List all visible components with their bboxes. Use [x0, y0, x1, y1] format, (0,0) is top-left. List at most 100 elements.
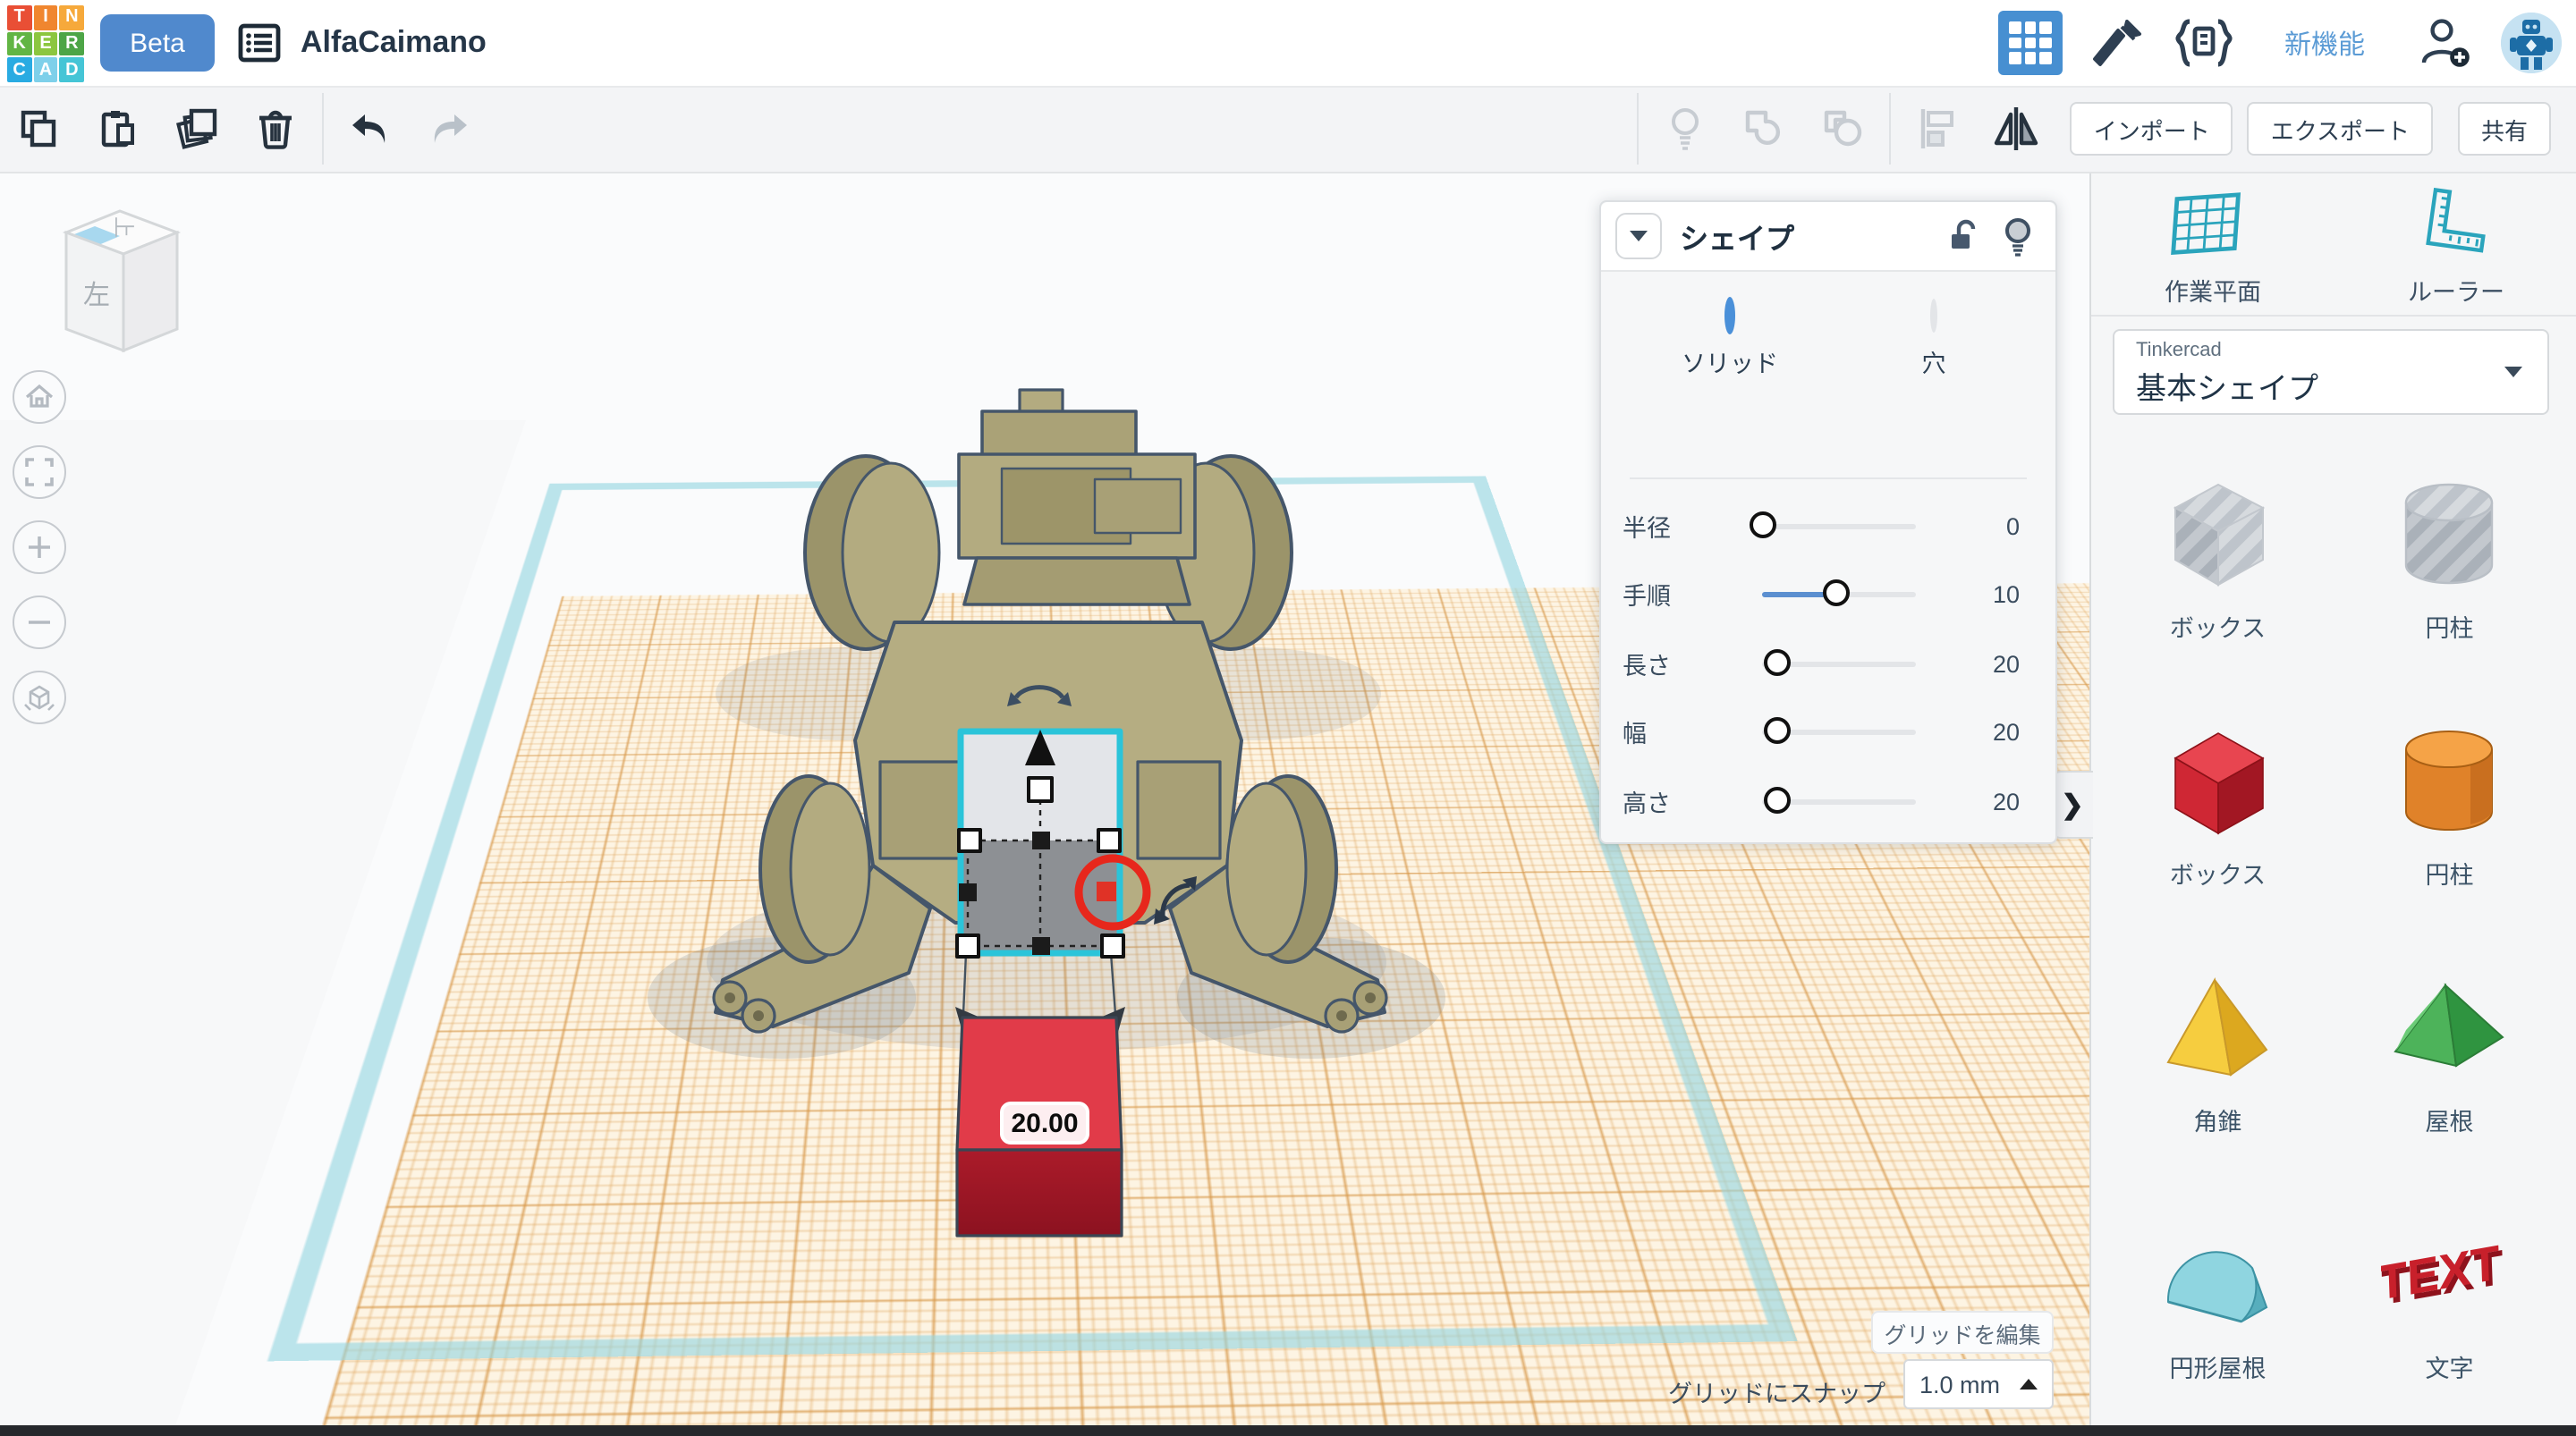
sidebar-divider — [2091, 315, 2576, 317]
beta-button[interactable]: Beta — [100, 14, 215, 72]
whats-new-link[interactable]: 新機能 — [2259, 24, 2390, 62]
shape-panel-title: シェイプ — [1680, 215, 1794, 258]
steps-slider[interactable] — [1762, 591, 1916, 596]
slider-label: 手順 — [1623, 576, 1737, 612]
dimension-field[interactable]: 20.00 — [1002, 1103, 1088, 1143]
lock-button[interactable] — [1937, 209, 1991, 263]
tinkercad-app: T I N K E R C A D Beta AlfaCaimano — [0, 0, 2576, 1436]
solid-option[interactable]: ソリッド — [1631, 302, 1828, 379]
codeblocks-button[interactable] — [2174, 11, 2234, 75]
shape-tile-text[interactable]: TEXTTEXT 文字 — [2334, 1173, 2565, 1420]
group-button[interactable] — [1725, 93, 1804, 165]
mirror-button[interactable] — [1978, 93, 2056, 165]
user-avatar[interactable] — [2501, 13, 2562, 73]
logo-tile: C — [7, 58, 31, 82]
ruler-label: ルーラー — [2349, 272, 2563, 308]
snap-grid-select[interactable]: 1.0 mm — [1903, 1359, 2054, 1409]
zoom-in-button[interactable] — [13, 520, 66, 574]
slider-knob[interactable] — [1750, 511, 1776, 538]
slider-label: 半径 — [1623, 508, 1737, 544]
panel-divider — [1630, 477, 2027, 479]
ruler-tool[interactable]: ルーラー — [2349, 186, 2563, 308]
logo-tile: A — [33, 58, 57, 82]
logo-tile: E — [33, 31, 57, 55]
shape-tile-cylinder-hole[interactable]: 円柱 — [2334, 433, 2565, 680]
plus-icon — [23, 531, 55, 563]
shape-tile-pyramid[interactable]: 角錐 — [2102, 926, 2334, 1173]
workplane-tool[interactable]: 作業平面 — [2106, 186, 2320, 308]
shape-label: 円柱 — [2334, 855, 2565, 891]
pickaxe-icon — [2091, 16, 2145, 70]
slider-knob[interactable] — [1763, 787, 1790, 814]
slider-knob[interactable] — [1763, 717, 1790, 744]
export-button[interactable]: エクスポート — [2248, 102, 2433, 156]
length-slider[interactable] — [1762, 661, 1916, 666]
roof-icon — [2334, 962, 2565, 1098]
edit-grid-button[interactable]: グリッドを編集 — [1871, 1311, 2054, 1354]
duplicate-button[interactable] — [157, 93, 236, 165]
ruler-icon — [2349, 186, 2563, 261]
align-icon — [1917, 106, 1960, 152]
viewcube-top-label: 上 — [111, 216, 135, 238]
redo-button[interactable] — [410, 93, 488, 165]
copy-button[interactable] — [0, 93, 79, 165]
height-slider[interactable] — [1762, 798, 1916, 804]
slider-label: 幅 — [1623, 714, 1737, 749]
paste-icon — [97, 107, 140, 150]
hole-swatch — [1930, 299, 1937, 333]
minus-icon — [23, 606, 55, 638]
minecraft-export-button[interactable] — [2088, 11, 2148, 75]
radius-slider[interactable] — [1762, 523, 1916, 528]
collapse-panel-button[interactable] — [1615, 213, 1662, 259]
slider-knob[interactable] — [1823, 579, 1850, 606]
solid-label: ソリッド — [1631, 343, 1828, 379]
person-plus-icon — [2417, 14, 2474, 72]
logo-tile: N — [60, 5, 84, 30]
align-button[interactable] — [1899, 93, 1978, 165]
copy-icon — [18, 107, 61, 150]
zoom-out-button[interactable] — [13, 596, 66, 649]
paste-button[interactable] — [79, 93, 157, 165]
shape-tile-round-roof[interactable]: 円形屋根 — [2102, 1173, 2334, 1420]
view-cube[interactable]: 上 左 — [52, 193, 188, 358]
dashboard-grid-button[interactable] — [1998, 11, 2063, 75]
home-view-button[interactable] — [13, 370, 66, 424]
list-icon — [238, 23, 281, 63]
shape-tile-box-hole[interactable]: ボックス — [2102, 433, 2334, 680]
shape-label: 屋根 — [2334, 1102, 2565, 1137]
round-roof-icon — [2102, 1209, 2334, 1345]
design-menu-button[interactable] — [236, 21, 283, 64]
shape-tile-roof[interactable]: 屋根 — [2334, 926, 2565, 1173]
slider-knob[interactable] — [1763, 649, 1790, 676]
shape-tile-cylinder[interactable]: 円柱 — [2334, 680, 2565, 926]
lightbulb-icon — [1666, 106, 1706, 152]
text-shape-icon: TEXTTEXT — [2334, 1209, 2565, 1345]
fit-view-button[interactable] — [13, 445, 66, 499]
library-brand: Tinkercad — [2136, 340, 2526, 361]
edit-toolbar: インポート エクスポート 共有 — [0, 86, 2576, 173]
slider-value: 0 — [1948, 512, 2020, 539]
slider-value: 20 — [1948, 718, 2020, 745]
tinkercad-logo[interactable]: T I N K E R C A D — [7, 5, 84, 82]
workplane-label: 作業平面 — [2106, 272, 2320, 308]
width-slider[interactable] — [1762, 729, 1916, 734]
hole-option[interactable]: 穴 — [1835, 302, 2032, 379]
snap-grid-value: 1.0 mm — [1919, 1371, 2000, 1398]
caret-up-icon — [2020, 1379, 2038, 1390]
home-icon — [23, 381, 55, 413]
ungroup-button[interactable] — [1804, 93, 1883, 165]
hide-button[interactable] — [1991, 209, 2045, 263]
shape-library-select[interactable]: Tinkercad 基本シェイプ — [2113, 329, 2549, 415]
fit-view-icon — [23, 456, 55, 488]
perspective-toggle-button[interactable] — [13, 671, 66, 724]
share-button[interactable]: 共有 — [2458, 102, 2551, 156]
invite-user-button[interactable] — [2415, 11, 2476, 75]
show-all-button[interactable] — [1647, 93, 1725, 165]
import-button[interactable]: インポート — [2071, 102, 2233, 156]
slider-label: 高さ — [1623, 783, 1737, 819]
slider-value: 20 — [1948, 650, 2020, 677]
slider-row-width: 幅 20 — [1623, 714, 2020, 749]
shape-tile-box[interactable]: ボックス — [2102, 680, 2334, 926]
delete-button[interactable] — [236, 93, 315, 165]
undo-button[interactable] — [331, 93, 410, 165]
